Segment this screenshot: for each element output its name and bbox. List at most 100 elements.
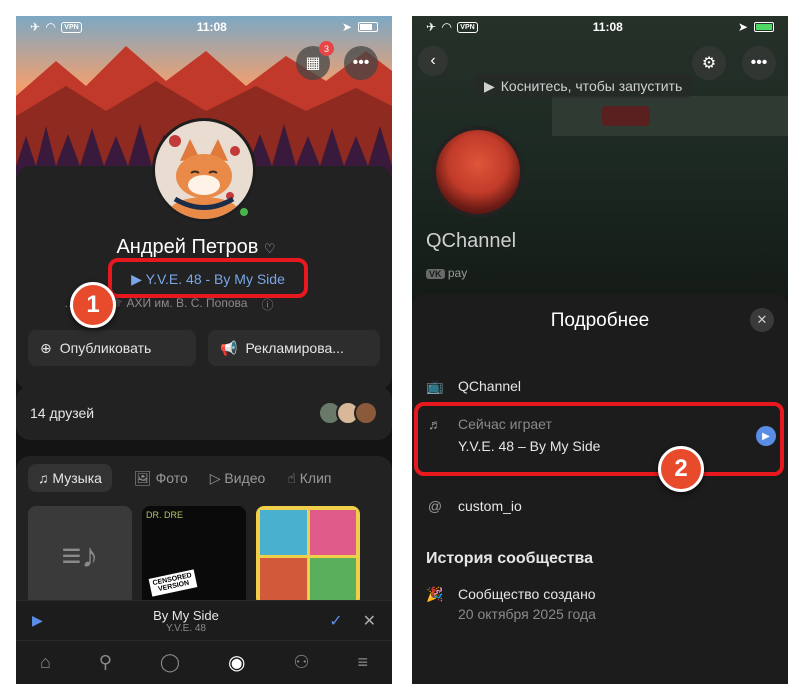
history-title: История сообщества (426, 550, 593, 567)
step-badge-1: 1 (70, 282, 116, 328)
vpn-badge: VPN (61, 21, 82, 33)
friends-label: 14 друзей (30, 405, 95, 421)
tap-to-play-hint[interactable]: ▶ Коснитесь, чтобы запустить (474, 74, 693, 98)
created-label: Сообщество создано (458, 586, 596, 602)
notification-badge: 3 (319, 41, 334, 56)
publish-label: Опубликовать (59, 340, 152, 356)
profile-name-text: Андрей Петров (116, 236, 259, 258)
popart-face (260, 557, 307, 602)
highlight-box-2 (414, 402, 784, 476)
hint-text: Коснитесь, чтобы запустить (500, 78, 683, 94)
info-university-text: АХИ им. В. С. Попова (126, 296, 248, 310)
heart-icon: ♡ (263, 241, 276, 256)
menu-icon[interactable]: ≡ (357, 652, 368, 673)
status-bar: ✈ ◠ VPN 11:08 ➤ (412, 16, 788, 38)
music-list-icon: ≡♪ (61, 536, 99, 575)
qr-menu-button[interactable]: ▦ 3 (296, 41, 334, 80)
gear-icon: ⚙ (701, 55, 717, 72)
more-icon: ••• (352, 54, 370, 71)
profile-icon[interactable]: ◉ (228, 650, 245, 675)
community-name: QChannel (426, 230, 517, 252)
back-icon: ‹ (430, 52, 436, 69)
album-tile-popart[interactable] (256, 506, 360, 606)
popart-face (260, 510, 307, 555)
tab-photo[interactable]: 🖼 Фото (134, 470, 188, 487)
highlight-box-1 (108, 258, 308, 298)
friend-avatars (318, 401, 378, 425)
publish-button[interactable]: ⊕ Опубликовать (28, 330, 196, 366)
handle-row: @ custom_io (426, 498, 522, 514)
handle-text: custom_io (458, 498, 522, 514)
status-bar: ✈ ◠ VPN 11:08 ➤ (16, 16, 392, 38)
community-avatar-image (436, 130, 520, 214)
music-list-tile[interactable]: ≡♪ (28, 506, 132, 606)
location-icon: ➤ (341, 20, 352, 34)
plus-circle-icon: ⊕ (40, 339, 52, 356)
wifi-icon: ◠ (46, 20, 56, 34)
status-time: 11:08 (196, 20, 227, 34)
community-avatar[interactable] (432, 126, 524, 218)
media-tabs: ♫ Музыка 🖼 Фото ▷ Видео ☝ Клип (16, 456, 392, 500)
tab-video-label: Видео (224, 469, 266, 486)
tab-photo-label: Фото (155, 469, 188, 486)
bottom-nav: ⌂ ⚲ ◯ ◉ ⚇ ≡ (16, 640, 392, 684)
album-censored-text: CENSORED VERSION (148, 569, 198, 597)
tab-clips-label: Клип (299, 469, 332, 486)
close-icon: ✕ (756, 312, 768, 327)
home-icon[interactable]: ⌂ (40, 652, 51, 673)
search-icon[interactable]: ⚲ (99, 652, 112, 673)
profile-screen: ✈ ◠ VPN 11:08 ➤ ▦ 3 ••• Андрей Петров ♡ … (16, 16, 392, 684)
party-icon: 🎉 (426, 586, 444, 602)
airplane-icon: ✈ (426, 20, 437, 34)
status-time: 11:08 (592, 20, 623, 34)
player-title: By My Side (153, 607, 219, 623)
community-screen: ✈ ◠ VPN 11:08 ➤ ‹ ⚙ ••• ▶ Коснитесь, что… (412, 16, 788, 684)
created-date: 20 октября 2025 года (458, 606, 596, 622)
apps-icon: ▦ (305, 55, 321, 72)
play-icon: ▶ (484, 77, 495, 94)
mini-player[interactable]: ▶ By My Side Y.V.E. 48 ✓ ✕ (16, 600, 392, 640)
location-icon: ➤ (737, 20, 748, 34)
popart-face (309, 510, 356, 555)
community-name-row-text: QChannel (458, 378, 522, 394)
info-icon[interactable]: ⓘ (261, 296, 273, 313)
messages-icon[interactable]: ◯ (160, 652, 180, 673)
advertise-button[interactable]: 📢 Рекламирова... (208, 330, 380, 366)
popart-face (309, 557, 356, 602)
close-button[interactable]: ✕ (750, 308, 774, 332)
album-tile-dre[interactable]: DR. DRE CENSORED VERSION (142, 506, 246, 606)
more-icon: ••• (750, 54, 768, 71)
album-dre-text: DR. DRE (146, 510, 184, 520)
step-badge-2: 2 (658, 446, 704, 492)
megaphone-icon: 📢 (220, 339, 238, 356)
tab-music[interactable]: ♫ Музыка (28, 464, 112, 492)
vpn-badge: VPN (457, 21, 478, 33)
online-indicator (238, 206, 250, 218)
friend-avatar (354, 401, 378, 425)
player-artist: Y.V.E. 48 (165, 622, 206, 634)
battery-icon (753, 22, 774, 32)
back-button[interactable]: ‹ (418, 46, 448, 76)
check-icon[interactable]: ✓ (329, 611, 342, 631)
tab-clips[interactable]: ☝ Клип (287, 470, 331, 487)
advertise-label: Рекламирова... (245, 340, 344, 356)
more-button[interactable]: ••• (344, 46, 378, 80)
profile-name: Андрей Петров ♡ (16, 236, 376, 259)
sheet-title: Подробнее (550, 310, 650, 331)
details-sheet: Подробнее ✕ 📺 QChannel ♬ Сейчас играет Y… (412, 294, 788, 684)
wifi-icon: ◠ (442, 20, 452, 34)
battery-icon (357, 22, 378, 32)
play-icon[interactable]: ▶ (32, 612, 43, 629)
tab-video[interactable]: ▷ Видео (210, 470, 266, 487)
tab-music-label: Музыка (52, 470, 102, 486)
airplane-icon: ✈ (30, 20, 41, 34)
more-button[interactable]: ••• (742, 46, 776, 80)
friends-icon[interactable]: ⚇ (293, 652, 309, 673)
at-icon: @ (427, 498, 443, 514)
tv-icon: 📺 (426, 378, 444, 394)
settings-button[interactable]: ⚙ (692, 46, 726, 80)
fox-avatar-image (155, 121, 253, 225)
friends-row[interactable]: 14 друзей (16, 386, 392, 440)
close-icon[interactable]: ✕ (363, 611, 376, 631)
vkpay-badge[interactable]: VK pay (426, 266, 467, 280)
